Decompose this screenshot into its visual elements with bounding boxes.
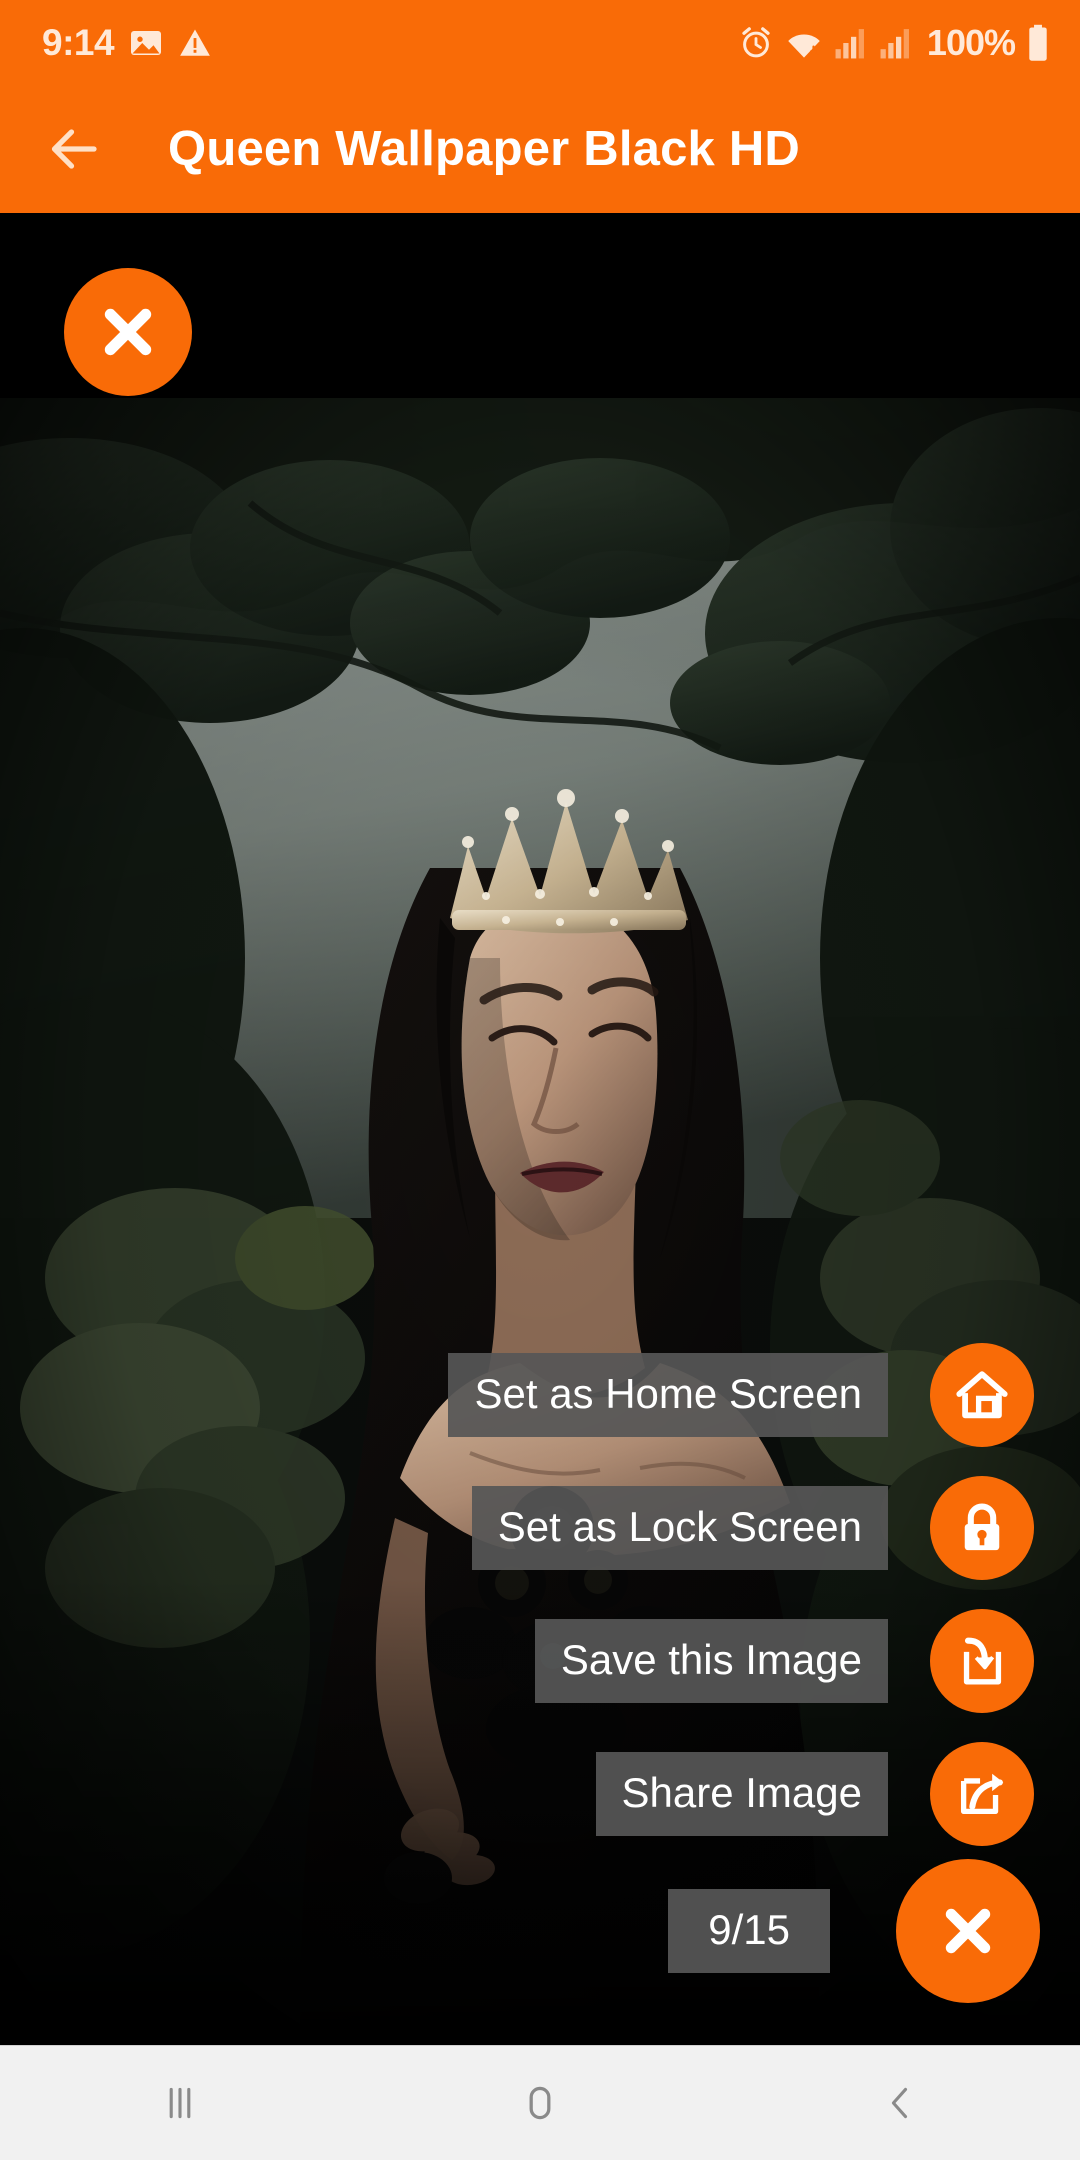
action-row-share-image: Share Image: [595, 1742, 1034, 1846]
image-icon: [131, 30, 162, 55]
status-bar-left: 9:14: [42, 22, 212, 64]
action-row-set-lock-screen: Set as Lock Screen: [471, 1476, 1034, 1580]
share-image-label[interactable]: Share Image: [595, 1752, 888, 1836]
back-chevron-icon: [891, 2087, 908, 2119]
page-title: Queen Wallpaper Black HD: [168, 122, 800, 176]
android-nav-bar: [0, 2045, 1080, 2160]
battery-icon: [1029, 24, 1047, 61]
save-download-icon: [963, 1637, 1002, 1685]
back-button[interactable]: [28, 103, 120, 195]
alarm-icon: [742, 26, 770, 57]
lock-icon: [964, 1503, 1000, 1551]
nav-home-button[interactable]: [360, 2046, 720, 2160]
close-icon: [945, 1908, 991, 1954]
share-icon: [960, 1773, 1004, 1815]
set-home-screen-label[interactable]: Set as Home Screen: [448, 1353, 888, 1437]
set-home-screen-button[interactable]: [930, 1343, 1034, 1447]
action-row-close-menu: 9/15: [668, 1859, 1040, 2003]
action-row-set-home-screen: Set as Home Screen: [448, 1343, 1034, 1447]
save-image-button[interactable]: [930, 1609, 1034, 1713]
recents-icon: [169, 2087, 191, 2119]
battery-percent-label: 100%: [926, 21, 1016, 63]
set-lock-screen-button[interactable]: [930, 1476, 1034, 1580]
close-preview-button[interactable]: [64, 268, 192, 396]
wifi-icon: [788, 34, 822, 58]
nav-back-button[interactable]: [720, 2046, 1080, 2160]
status-bar: 9:14 100%: [0, 0, 1080, 85]
nav-recents-button[interactable]: [0, 2046, 360, 2160]
signal-icon-1: [835, 28, 864, 58]
close-icon: [104, 308, 152, 356]
image-counter-label: 9/15: [668, 1889, 830, 1973]
save-image-label[interactable]: Save this Image: [534, 1619, 888, 1703]
warning-icon: [180, 29, 210, 56]
signal-icon-2: [880, 28, 909, 58]
status-bar-right: 100%: [738, 22, 1050, 64]
share-image-button[interactable]: [930, 1742, 1034, 1846]
set-lock-screen-label[interactable]: Set as Lock Screen: [471, 1486, 888, 1570]
home-square-icon: [529, 2086, 551, 2120]
status-bar-clock: 9:14: [42, 21, 115, 63]
arrow-left-icon: [51, 129, 97, 169]
home-icon: [956, 1371, 1008, 1419]
app-bar: Queen Wallpaper Black HD: [0, 85, 1080, 213]
close-menu-button[interactable]: [896, 1859, 1040, 2003]
phone-screen: 9:14 100% Queen Wallpaper Black HD Set a…: [0, 0, 1080, 2160]
action-row-save-image: Save this Image: [534, 1609, 1034, 1713]
